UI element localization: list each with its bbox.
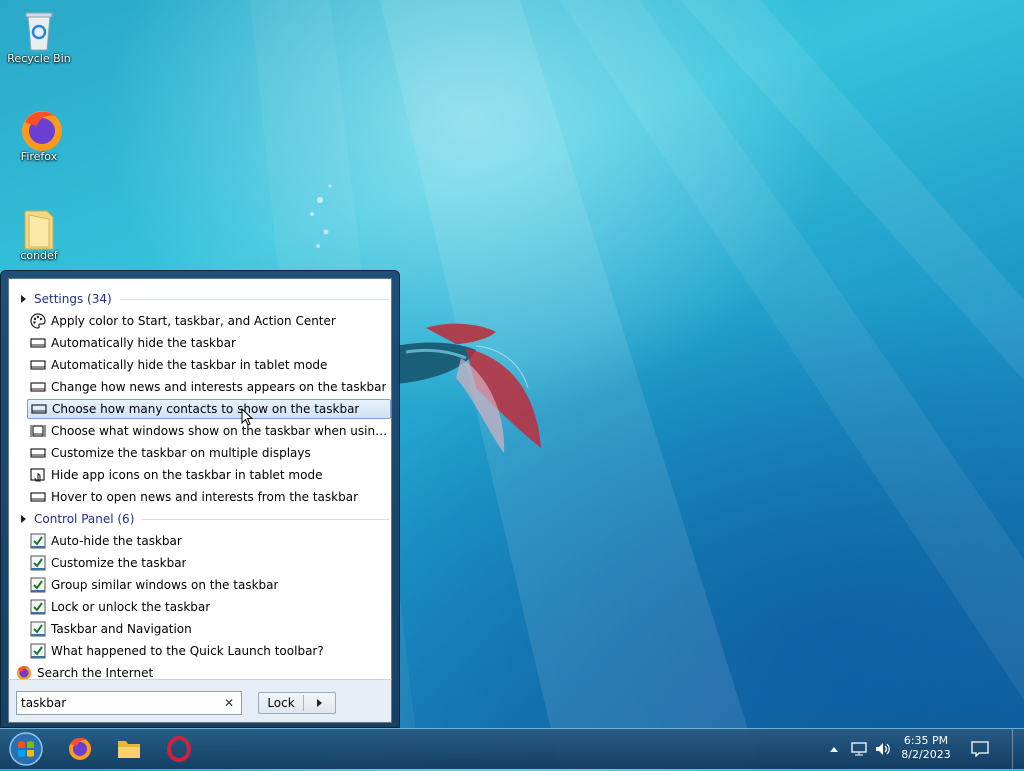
- result-item[interactable]: Customize the taskbar on multiple displa…: [27, 443, 391, 463]
- result-item[interactable]: Customize the taskbar: [27, 553, 391, 573]
- result-item[interactable]: Change how news and interests appears on…: [27, 377, 391, 397]
- result-item[interactable]: Apply color to Start, taskbar, and Actio…: [27, 311, 391, 331]
- taskbar-icon: [30, 489, 46, 505]
- clock-date: 8/2/2023: [901, 748, 951, 761]
- taskbar-icon: [31, 401, 47, 417]
- result-item[interactable]: Lock or unlock the taskbar: [27, 597, 391, 617]
- taskbar: 6:35 PM 8/2/2023: [0, 728, 1024, 769]
- clear-search-icon[interactable]: ✕: [221, 695, 237, 711]
- result-item-label: Hide app icons on the taskbar in tablet …: [51, 468, 323, 482]
- result-item-label: Customize the taskbar: [51, 556, 187, 570]
- group-header-settings[interactable]: Settings (34): [19, 290, 389, 308]
- start-menu: Settings (34) Apply color to Start, task…: [0, 270, 400, 728]
- search-internet-label: Search the Internet: [37, 666, 154, 680]
- taskbar-file-explorer-button[interactable]: [111, 733, 147, 765]
- desktop-icon-condef[interactable]: condef: [1, 207, 77, 262]
- chevron-up-icon: [830, 747, 838, 752]
- taskbar-opera-button[interactable]: [161, 733, 197, 765]
- result-item[interactable]: Hover to open news and interests from th…: [27, 487, 391, 507]
- notification-icon: [971, 741, 989, 757]
- result-item[interactable]: Automatically hide the taskbar: [27, 333, 391, 353]
- taskbar-icon: [30, 379, 46, 395]
- result-item[interactable]: What happened to the Quick Launch toolba…: [27, 641, 391, 661]
- desktop-icon-label: Recycle Bin: [7, 52, 71, 65]
- result-item[interactable]: Taskbar and Navigation: [27, 619, 391, 639]
- search-box[interactable]: ✕: [16, 691, 242, 715]
- lock-button-label: Lock: [267, 696, 295, 710]
- result-item[interactable]: Choose what windows show on the taskbar …: [27, 421, 391, 441]
- clock-time: 6:35 PM: [903, 734, 949, 747]
- checklist-icon: [30, 599, 46, 615]
- result-item-label: Automatically hide the taskbar in tablet…: [51, 358, 328, 372]
- taskbar-firefox-button[interactable]: [62, 733, 98, 765]
- result-item-label: Change how news and interests appears on…: [51, 380, 387, 394]
- divider: [142, 518, 389, 520]
- result-item-label: Lock or unlock the taskbar: [51, 600, 211, 614]
- search-input[interactable]: [17, 695, 221, 711]
- result-item-label: Hover to open news and interests from th…: [51, 490, 358, 504]
- start-button[interactable]: [6, 730, 46, 768]
- result-item-label: Choose how many contacts to show on the …: [52, 402, 360, 416]
- result-item[interactable]: Group similar windows on the taskbar: [27, 575, 391, 595]
- result-item-label: Customize the taskbar on multiple displa…: [51, 446, 311, 460]
- speaker-icon: [876, 743, 890, 755]
- network-tray-button[interactable]: [848, 729, 870, 769]
- checklist-icon: [30, 555, 46, 571]
- result-item-label: Auto-hide the taskbar: [51, 534, 182, 548]
- folder-icon: [19, 207, 59, 250]
- tray-clock[interactable]: 6:35 PM 8/2/2023: [896, 734, 956, 762]
- desktop-icon-recycle-bin[interactable]: Recycle Bin: [1, 10, 77, 65]
- checklist-icon: [30, 533, 46, 549]
- checklist-icon: [30, 643, 46, 659]
- firefox-icon: [19, 108, 62, 151]
- result-item[interactable]: Hide app icons on the taskbar in tablet …: [27, 465, 391, 485]
- result-item-highlighted[interactable]: Choose how many contacts to show on the …: [27, 399, 391, 419]
- result-item-label: What happened to the Quick Launch toolba…: [51, 644, 324, 658]
- result-item-label: Automatically hide the taskbar: [51, 336, 236, 350]
- file-explorer-icon: [118, 741, 140, 758]
- show-desktop-button[interactable]: [1012, 729, 1024, 769]
- result-item-label: Group similar windows on the taskbar: [51, 578, 279, 592]
- taskbar-icon: [30, 445, 46, 461]
- volume-tray-button[interactable]: [872, 729, 894, 769]
- desktop-icon-label: condef: [20, 249, 58, 262]
- divider: [119, 298, 389, 300]
- tablet-touch-icon: [30, 467, 46, 483]
- mouse-cursor: [241, 408, 253, 426]
- search-results-panel: Settings (34) Apply color to Start, task…: [8, 278, 392, 686]
- taskbar-icon: [30, 357, 46, 373]
- power-options-arrow-icon[interactable]: [304, 699, 335, 707]
- result-item-label: Taskbar and Navigation: [51, 622, 192, 636]
- expand-triangle-icon: [21, 295, 26, 303]
- betta-fish-wallpaper-art: [396, 323, 541, 453]
- expand-triangle-icon: [21, 515, 26, 523]
- show-hidden-icons-button[interactable]: [826, 729, 842, 769]
- network-icon: [851, 742, 867, 756]
- result-item[interactable]: Auto-hide the taskbar: [27, 531, 391, 551]
- result-item-label: Choose what windows show on the taskbar …: [51, 424, 391, 438]
- group-header-label: Control Panel (6): [34, 512, 135, 526]
- result-item-label: Apply color to Start, taskbar, and Actio…: [51, 314, 336, 328]
- desktop-icon-label: Firefox: [20, 150, 58, 163]
- action-center-button[interactable]: [968, 729, 992, 769]
- palette-icon: [30, 313, 46, 329]
- recycle-bin-icon: [19, 10, 59, 51]
- opera-icon: [167, 736, 191, 762]
- virtual-desktop-icon: [30, 423, 46, 439]
- group-header-label: Settings (34): [34, 292, 112, 306]
- checklist-icon: [30, 621, 46, 637]
- start-menu-footer: ✕ Lock: [8, 679, 392, 723]
- result-item[interactable]: Automatically hide the taskbar in tablet…: [27, 355, 391, 375]
- checklist-icon: [30, 577, 46, 593]
- firefox-icon: [69, 737, 91, 760]
- group-header-control-panel[interactable]: Control Panel (6): [19, 510, 389, 528]
- desktop-icon-firefox[interactable]: Firefox: [1, 108, 77, 163]
- taskbar-icon: [30, 335, 46, 351]
- lock-button[interactable]: Lock: [258, 692, 336, 714]
